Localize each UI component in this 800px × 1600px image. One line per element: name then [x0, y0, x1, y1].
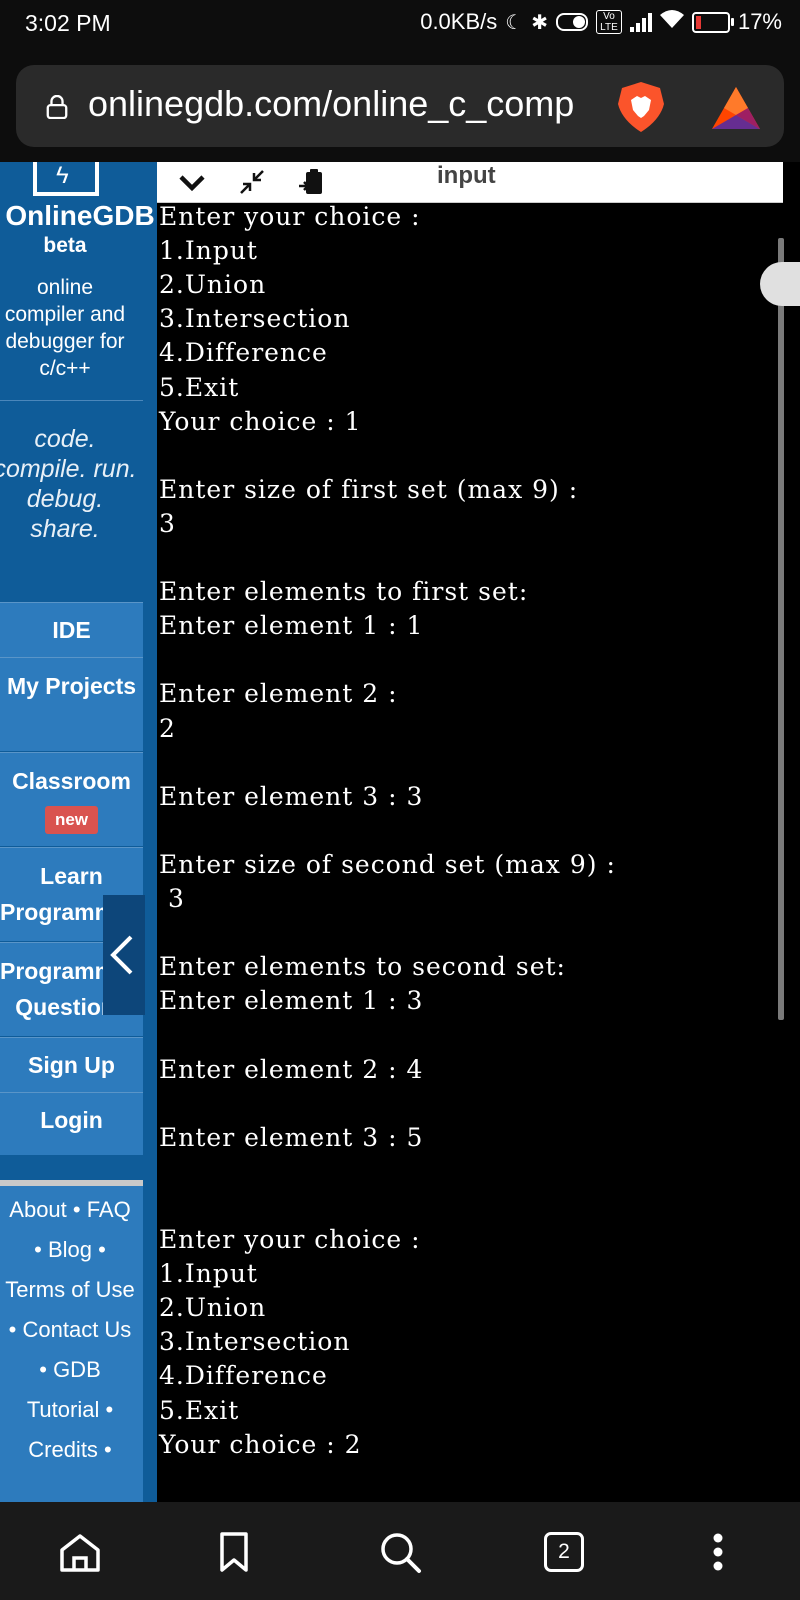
minimize-icon[interactable] — [237, 168, 267, 196]
terminal-line: 1.Input — [159, 236, 258, 266]
wifi-icon — [659, 9, 684, 35]
terminal-line: Enter element 3 : 3 — [159, 781, 424, 811]
site-description: online compiler and debugger for c/c++ — [4, 276, 126, 380]
terminal-line: 5.Exit — [159, 372, 240, 402]
terminal-line: 3 — [159, 508, 176, 538]
nav-login[interactable]: Login — [0, 1092, 143, 1155]
sidebar-footer: About • FAQ • Blog • Terms of Use • Cont… — [0, 1180, 143, 1502]
search-icon[interactable] — [376, 1528, 424, 1576]
bookmark-icon[interactable] — [210, 1528, 258, 1576]
terminal-line: 3 — [159, 884, 185, 913]
chevron-down-icon[interactable] — [177, 168, 207, 196]
clipboard-icon[interactable] — [297, 168, 327, 196]
moon-icon: ☾ — [505, 11, 524, 34]
output-title: input — [437, 162, 496, 189]
bluetooth-icon: ✱ — [531, 11, 548, 34]
battery-icon — [691, 11, 734, 33]
bolt-icon: ϟ — [56, 162, 69, 189]
browser-toolbar: onlinegdb.com/online_c_comp — [0, 52, 800, 162]
footer-credits[interactable]: Credits • — [0, 1436, 150, 1464]
bottom-nav: 2 — [0, 1502, 800, 1600]
terminal-line: Enter element 1 : 1 — [159, 611, 424, 641]
home-icon[interactable] — [56, 1528, 104, 1576]
footer-terms[interactable]: Terms of Use — [0, 1276, 150, 1304]
toggle-icon — [555, 13, 588, 31]
terminal-line: Enter your choice : — [159, 1225, 421, 1254]
footer-tutorial[interactable]: Tutorial • — [0, 1396, 150, 1424]
footer-about-faq[interactable]: About • FAQ — [0, 1196, 150, 1224]
chevron-left-icon — [110, 935, 133, 975]
nav-sign-up[interactable]: Sign Up — [0, 1037, 143, 1092]
tagline: code. compile. run. debug. share. — [0, 425, 137, 543]
terminal-line: Enter size of first set (max 9) : — [159, 474, 579, 504]
terminal-line: 5.Exit — [159, 1395, 240, 1425]
terminal-line: 4.Difference — [159, 1361, 328, 1391]
terminal-line: 3.Intersection — [159, 1327, 351, 1357]
terminal-line: Enter your choice : — [159, 202, 421, 231]
terminal-line: 2.Union — [159, 270, 267, 300]
terminal-line: 2 — [159, 713, 176, 743]
status-icons: 0.0KB/s ☾ ✱ Vo LTE 17% — [420, 9, 782, 35]
terminal-line: Enter elements to second set: — [159, 952, 566, 982]
signal-icon — [629, 12, 652, 32]
status-bar: 3:02 PM 0.0KB/s ☾ ✱ Vo LTE 17% — [0, 0, 800, 52]
nav-my-projects[interactable]: My Projects — [0, 657, 143, 751]
nav-classroom-label: Classroom — [12, 768, 131, 794]
terminal-line: 3.Intersection — [159, 304, 351, 334]
terminal-line: Enter element 3 : 5 — [159, 1122, 424, 1152]
new-badge: new — [44, 806, 99, 834]
brave-rewards-icon[interactable] — [710, 85, 762, 131]
footer-contact[interactable]: • Contact Us — [0, 1316, 150, 1344]
terminal-line: 4.Difference — [159, 338, 328, 368]
url-text[interactable]: onlinegdb.com/online_c_comp — [88, 83, 574, 125]
battery-percent: 17% — [737, 9, 782, 34]
brave-shield-icon[interactable] — [614, 80, 668, 134]
terminal-line: Enter element 2 : — [159, 679, 398, 709]
beta-label: beta — [43, 234, 87, 257]
divider — [0, 400, 143, 401]
address-bar[interactable]: onlinegdb.com/online_c_comp — [16, 65, 784, 147]
collapse-sidebar-button[interactable] — [103, 895, 145, 1015]
footer-blog[interactable]: • Blog • — [0, 1236, 150, 1264]
terminal-scrollbar[interactable] — [778, 238, 784, 1020]
terminal-line: 2.Union — [159, 1293, 267, 1323]
terminal-line: Enter elements to first set: — [159, 577, 529, 607]
terminal-line: 1.Input — [159, 1259, 258, 1289]
scroll-thumb[interactable] — [760, 262, 800, 306]
terminal-line: Your choice : 2 — [159, 1429, 362, 1459]
status-time: 3:02 PM — [25, 10, 111, 36]
terminal-line: Your choice : 1 — [159, 406, 362, 436]
sidebar: ϟ OnlineGDB beta online compiler and deb… — [0, 162, 157, 1502]
brand-name[interactable]: OnlineGDB — [0, 200, 157, 232]
volte-icon: Vo LTE — [595, 10, 622, 34]
terminal-line: Enter element 1 : 3 — [159, 986, 424, 1016]
terminal-line: Enter element 2 : 4 — [159, 1054, 424, 1084]
output-toolbar: input — [157, 162, 783, 203]
tabs-icon[interactable]: 2 — [544, 1532, 584, 1572]
nav-classroom[interactable]: Classroom new — [0, 752, 143, 846]
footer-gdb[interactable]: • GDB — [0, 1356, 150, 1384]
nav-ide[interactable]: IDE — [0, 602, 143, 657]
terminal-line: Enter size of second set (max 9) : — [159, 849, 616, 879]
lock-icon — [46, 95, 68, 119]
more-icon[interactable] — [694, 1528, 742, 1576]
terminal-output[interactable]: Enter your choice : 1.Input 2.Union 3.Inter… — [159, 202, 779, 1502]
network-speed: 0.0KB/s — [420, 9, 498, 34]
